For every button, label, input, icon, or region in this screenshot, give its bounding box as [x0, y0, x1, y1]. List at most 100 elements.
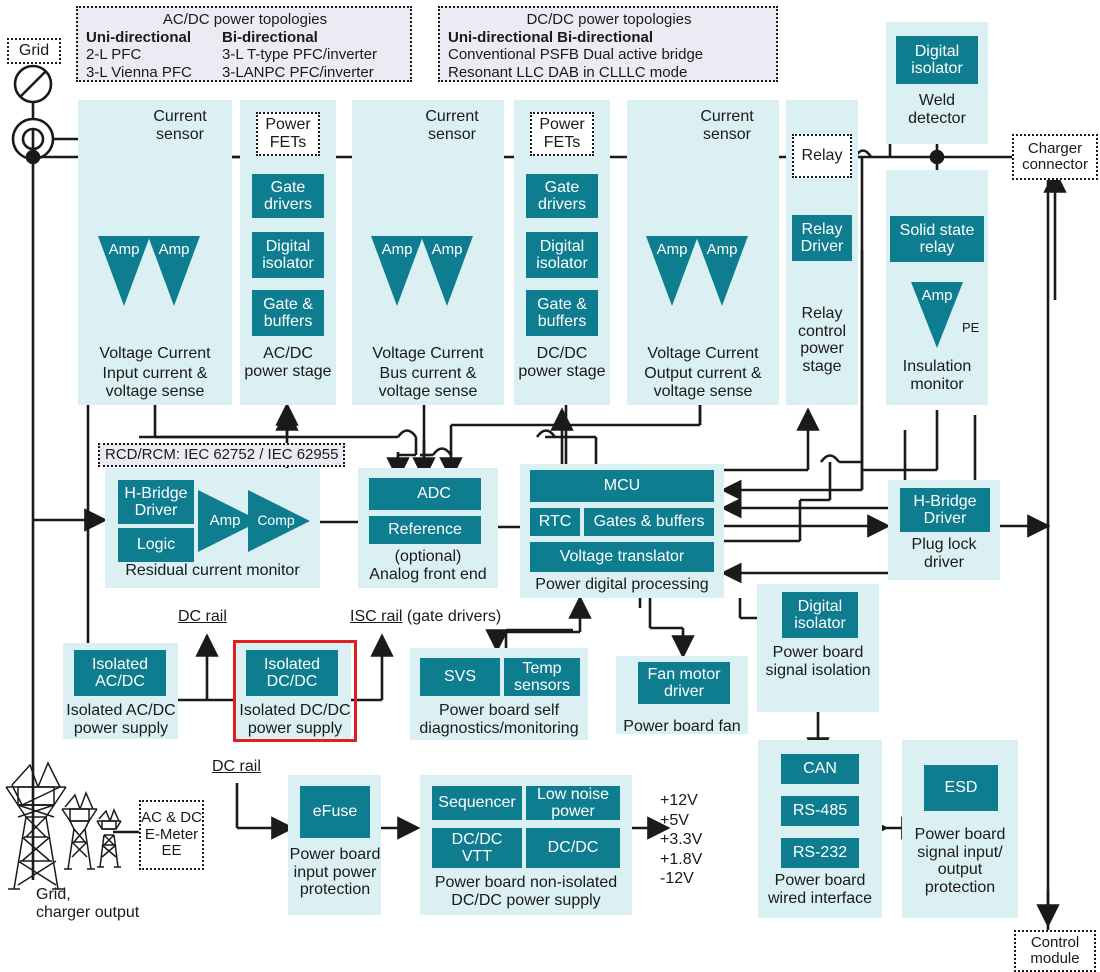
rtc-chip: RTC [530, 508, 580, 536]
isc-rail-label: ISC rail (gate drivers) [350, 608, 501, 626]
afe-caption: (optional) Analog front end [369, 548, 487, 583]
dcdc-power-stage-caption: DC/DC power stage [518, 345, 606, 380]
note-dcdc-line2: Uni-directional Bi-directional [448, 28, 654, 46]
power-fets-acdc: Power FETs [256, 112, 320, 156]
isc-rail-text: ISC rail [350, 608, 403, 625]
bus-sense-caption-2: Bus current & voltage sense [378, 365, 478, 400]
digital-isolator-dcdc: Digital isolator [526, 232, 598, 278]
amp-triangle-bus-voltage: Amp [371, 236, 423, 306]
note-acdc-col1-head: Uni-directional [86, 28, 192, 46]
current-sensor-label-2: Current sensor [425, 108, 479, 143]
fan-motor-driver-chip: Fan motor driver [638, 662, 730, 704]
rcd-rcm-standard-note: RCD/RCM: IEC 62752 / IEC 62955 [98, 443, 346, 467]
dc-rail-label-2: DC rail [212, 758, 261, 776]
amp-triangle-bus-current: Amp [421, 236, 473, 306]
amp-triangle-input-voltage: Amp [98, 236, 150, 306]
note-acdc-r1c2: 3-L T-type PFC/inverter [222, 46, 378, 64]
amp-label: Amp [209, 512, 241, 529]
grid-label: Grid [7, 38, 61, 64]
output-sense-caption-1: Voltage Current [647, 345, 759, 362]
low-noise-power-chip: Low noise power [526, 786, 620, 820]
rcm-caption: Residual current monitor [125, 562, 300, 579]
dcdc-chip: DC/DC [526, 828, 620, 868]
current-sensor-label-3: Current sensor [700, 108, 754, 143]
amp-label: Amp [706, 241, 738, 258]
note-dcdc-heading: DC/DC power topologies [526, 11, 692, 28]
gates-buffers-chip: Gates & buffers [584, 508, 714, 536]
acdc-power-stage-caption: AC/DC power stage [244, 345, 332, 380]
board-isolation-digital-isolator: Digital isolator [782, 592, 858, 638]
pe-label: PE [962, 320, 980, 335]
adc-label: ADC [417, 485, 451, 502]
input-sense-caption-2: Input current & voltage sense [102, 365, 208, 400]
rs485-chip: RS-485 [781, 796, 859, 826]
dc-rail-label-1: DC rail [178, 608, 227, 626]
note-acdc-col2-head: Bi-directional [222, 28, 318, 46]
temp-sensors-chip: Temp sensors [504, 658, 580, 696]
board-isolation-caption: Power board signal isolation [765, 644, 871, 679]
isc-rail-suffix: (gate drivers) [402, 608, 502, 625]
current-sensor-label-1: Current sensor [153, 108, 207, 143]
rcm-comparator-triangle: Comp [248, 490, 310, 552]
note-dcdc-topologies: DC/DC power topologies Uni-directional B… [438, 6, 778, 82]
amp-label: Amp [108, 241, 140, 258]
efuse-chip: eFuse [300, 786, 370, 838]
relay-box: Relay [792, 134, 852, 178]
self-diagnostics-caption: Power board self diagnostics/monitoring [419, 702, 579, 737]
input-sense-caption-1: Voltage Current [99, 345, 211, 362]
dc-rail-text-2: DC rail [212, 758, 261, 775]
note-acdc-r2c1: 3-L Vienna PFC [86, 63, 192, 81]
comp-label: Comp [257, 512, 295, 528]
amp-label: Amp [381, 241, 413, 258]
plug-lock-hbridge-driver: H-Bridge Driver [900, 488, 990, 532]
weld-digital-isolator: Digital isolator [896, 36, 978, 84]
isolated-dcdc-chip: Isolated DC/DC [246, 650, 338, 696]
solid-state-relay-chip: Solid state relay [890, 216, 984, 262]
efuse-caption: Power board input power protection [289, 846, 381, 899]
reference-chip: Reference [369, 516, 481, 544]
note-dcdc-line3: Conventional PSFB Dual active bridge [448, 46, 704, 64]
power-fets-dcdc: Power FETs [530, 112, 594, 156]
adc-chip: ADC [369, 478, 481, 510]
dc-rail-text: DC rail [178, 608, 227, 625]
voltage-rail-outputs: +12V +5V +3.3V +1.8V -12V [660, 792, 703, 888]
note-acdc-r2c2: 3-LANPC PFC/inverter [222, 63, 374, 81]
weld-detector-caption: Weld detector [908, 92, 966, 127]
amp-label: Amp [158, 241, 190, 258]
rcm-hbridge-driver: H-Bridge Driver [118, 480, 194, 524]
gate-buffers-dcdc: Gate & buffers [526, 290, 598, 336]
amp-triangle-input-current: Amp [148, 236, 200, 306]
mcu-chip: MCU [530, 470, 714, 502]
amp-triangle-insulation: Amp [911, 282, 963, 348]
can-chip: CAN [781, 754, 859, 784]
amp-label: Amp [656, 241, 688, 258]
rcm-logic: Logic [118, 528, 194, 562]
esd-chip: ESD [924, 765, 998, 811]
amp-label: Amp [431, 241, 463, 258]
output-sense-caption-2: Output current & voltage sense [644, 365, 762, 400]
relay-control-caption: Relay control power stage [797, 305, 847, 375]
voltage-translator-chip: Voltage translator [530, 542, 714, 572]
esd-caption: Power board signal input/ output protect… [914, 826, 1006, 896]
charger-connector-box: Charger connector [1012, 134, 1098, 180]
relay-driver-chip: Relay Driver [792, 215, 852, 261]
amp-triangle-output-voltage: Amp [646, 236, 698, 306]
note-acdc-topologies: AC/DC power topologies Uni-directional Bi… [76, 6, 412, 82]
note-dcdc-line4: Resonant LLC DAB in CLLLC mode [448, 63, 688, 81]
bus-sense-caption-1: Voltage Current [372, 345, 484, 362]
amp-triangle-output-current: Amp [696, 236, 748, 306]
dcdc-vtt-chip: DC/DC VTT [432, 828, 522, 868]
amp-label: Amp [921, 287, 953, 304]
transmission-tower-illustration [5, 761, 122, 890]
insulation-monitor-caption: Insulation monitor [902, 358, 972, 393]
gate-drivers-dcdc: Gate drivers [526, 174, 598, 218]
pdp-caption: Power digital processing [535, 576, 709, 593]
digital-isolator-acdc: Digital isolator [252, 232, 324, 278]
fan-caption: Power board fan [623, 718, 741, 735]
note-acdc-r1c1: 2-L PFC [86, 46, 142, 64]
e-meter-box: AC & DC E-Meter EE [139, 800, 204, 870]
rs232-chip: RS-232 [781, 838, 859, 868]
tower-caption: Grid, charger output [36, 886, 140, 921]
svs-chip: SVS [420, 658, 500, 696]
diagram-canvas: AC/DC power topologies Uni-directional Bi… [0, 0, 1100, 972]
